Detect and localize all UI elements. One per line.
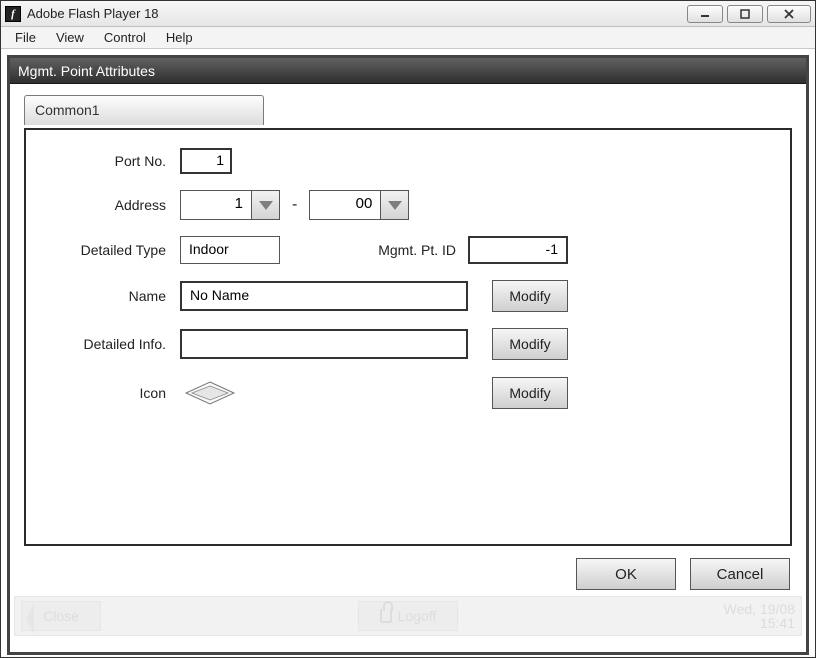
address-sub-combo[interactable]: 00 (309, 190, 409, 220)
detailed-info-field (180, 329, 468, 359)
status-bar: Close Logoff Wed, 19/08 15:41 (14, 596, 802, 636)
address-main-combo[interactable]: 1 (180, 190, 280, 220)
address-main-dropdown[interactable] (252, 190, 280, 220)
close-window-button[interactable] (767, 5, 811, 23)
label-address: Address (50, 197, 180, 213)
maximize-icon (739, 9, 751, 19)
chevron-down-icon (388, 201, 402, 210)
label-detailed-type: Detailed Type (50, 242, 180, 258)
label-mgmt-pt-id: Mgmt. Pt. ID (348, 242, 468, 258)
status-datetime: Wed, 19/08 15:41 (715, 602, 795, 630)
close-icon (782, 9, 796, 19)
status-date: Wed, 19/08 (715, 602, 795, 616)
name-field: No Name (180, 281, 468, 311)
collapse-icon (26, 604, 34, 634)
label-icon: Icon (50, 385, 180, 401)
status-close-label: Close (43, 608, 79, 624)
tabs-area: Common1 (10, 84, 806, 128)
modify-detailed-info-button[interactable]: Modify (492, 328, 568, 360)
label-detailed-info: Detailed Info. (50, 336, 180, 352)
window-title: Adobe Flash Player 18 (27, 6, 687, 21)
dialog-button-row: OK Cancel (10, 554, 806, 596)
address-sub-value: 00 (309, 190, 381, 220)
status-logoff-button[interactable]: Logoff (358, 601, 458, 631)
modify-name-button[interactable]: Modify (492, 280, 568, 312)
status-time: 15:41 (715, 616, 795, 630)
label-port-no: Port No. (50, 153, 180, 169)
menu-view[interactable]: View (46, 27, 94, 48)
detailed-type-field: Indoor (180, 236, 280, 264)
minimize-icon (699, 9, 711, 19)
address-main-value: 1 (180, 190, 252, 220)
chevron-down-icon (259, 201, 273, 210)
lock-icon (380, 609, 392, 623)
tab-common1[interactable]: Common1 (24, 95, 264, 125)
status-close-button[interactable]: Close (21, 601, 101, 631)
attributes-panel: Port No. 1 Address 1 - 00 Detailed Type … (24, 128, 792, 546)
minimize-button[interactable] (687, 5, 723, 23)
flash-app-icon: f (5, 6, 21, 22)
label-name: Name (50, 288, 180, 304)
indoor-unit-icon (182, 378, 238, 408)
maximize-button[interactable] (727, 5, 763, 23)
icon-preview (180, 376, 240, 410)
menu-file[interactable]: File (5, 27, 46, 48)
ok-button[interactable]: OK (576, 558, 676, 590)
status-logoff-label: Logoff (398, 608, 437, 624)
dialog-title: Mgmt. Point Attributes (10, 58, 806, 84)
app-frame: Mgmt. Point Attributes Common1 Port No. … (7, 55, 809, 655)
menu-control[interactable]: Control (94, 27, 156, 48)
port-no-field: 1 (180, 148, 232, 174)
address-separator: - (280, 196, 309, 214)
address-sub-dropdown[interactable] (381, 190, 409, 220)
menu-help[interactable]: Help (156, 27, 203, 48)
menubar: File View Control Help (1, 27, 815, 49)
mgmt-pt-id-field: -1 (468, 236, 568, 264)
window-titlebar: f Adobe Flash Player 18 (1, 1, 815, 27)
modify-icon-button[interactable]: Modify (492, 377, 568, 409)
cancel-button[interactable]: Cancel (690, 558, 790, 590)
